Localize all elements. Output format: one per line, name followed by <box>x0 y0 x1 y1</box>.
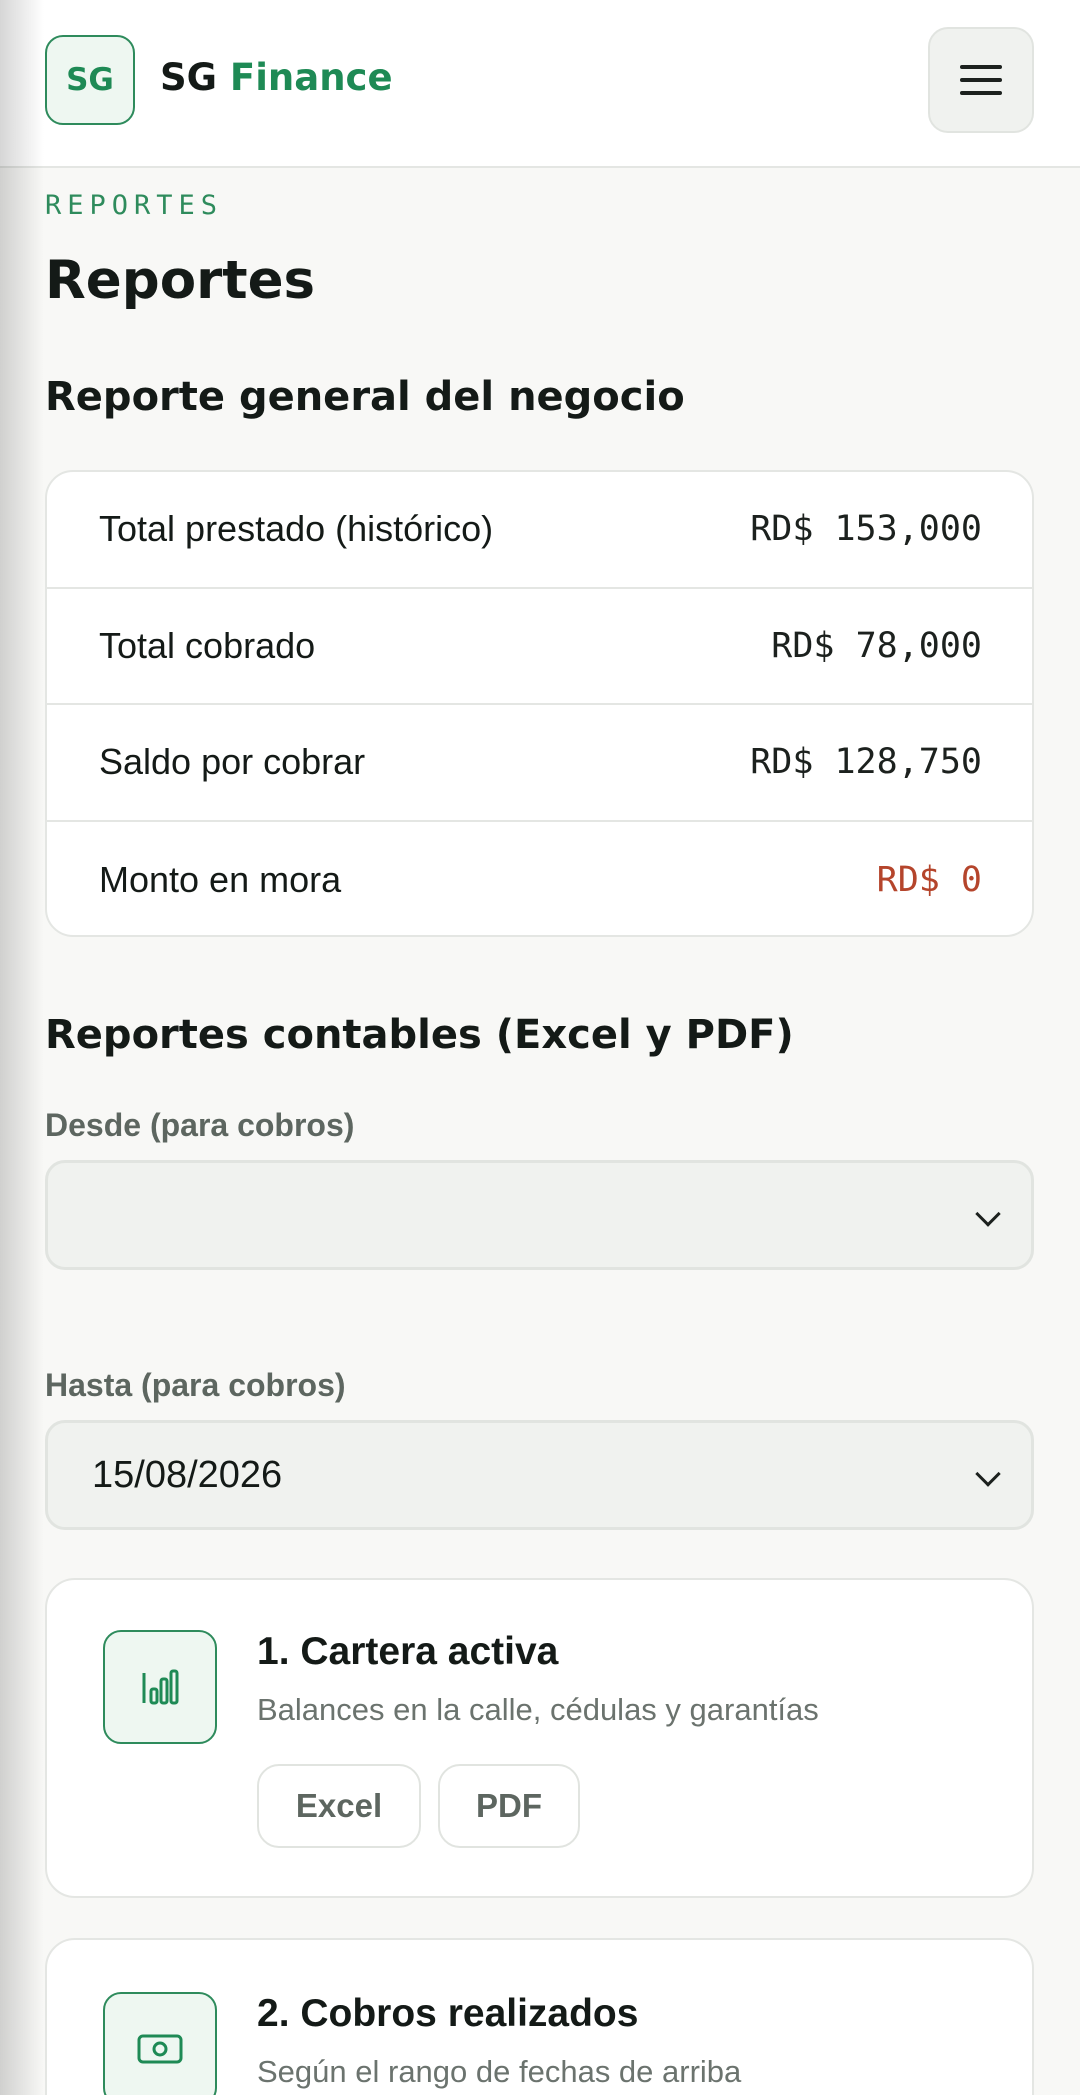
summary-row: Saldo por cobrar RD$ 128,750 <box>47 705 1032 822</box>
bar-chart-icon <box>103 1630 217 1744</box>
from-date-label: Desde (para cobros) <box>45 1107 355 1143</box>
summary-label: Total cobrado <box>99 624 316 666</box>
report-description: Según el rango de fechas de arriba <box>257 2054 742 2089</box>
cash-icon <box>103 1992 217 2095</box>
to-date-value: 15/08/2026 <box>92 1453 283 1496</box>
chevron-down-icon <box>975 1201 1001 1227</box>
overdue-amount-value: RD$ 0 <box>876 859 982 900</box>
summary-row: Monto en mora RD$ 0 <box>47 822 1032 936</box>
hamburger-menu-icon <box>960 65 1002 69</box>
summary-value: RD$ 78,000 <box>771 625 982 666</box>
summary-row: Total prestado (histórico) RD$ 153,000 <box>47 472 1032 589</box>
brand-accent: Finance <box>229 56 393 99</box>
brand-name[interactable]: SG Finance <box>160 56 393 99</box>
pdf-export-button[interactable]: PDF <box>438 1764 580 1848</box>
summary-card: Total prestado (histórico) RD$ 153,000 T… <box>45 470 1034 937</box>
to-date-select[interactable]: 15/08/2026 <box>45 1420 1034 1530</box>
summary-value: RD$ 128,750 <box>750 742 982 783</box>
chevron-down-icon <box>975 1461 1001 1487</box>
report-title: 1. Cartera activa <box>257 1630 559 1673</box>
report-title: 2. Cobros realizados <box>257 1992 639 2035</box>
report-card-collections: 2. Cobros realizados Según el rango de f… <box>45 1938 1034 2095</box>
drawer-edge-shadow <box>0 0 44 2095</box>
menu-button[interactable] <box>928 27 1034 133</box>
report-card-active-portfolio: 1. Cartera activa Balances en la calle, … <box>45 1578 1034 1898</box>
general-report-title: Reporte general del negocio <box>45 374 685 420</box>
logo[interactable]: SG <box>45 35 135 125</box>
breadcrumb: REPORTES <box>45 190 224 221</box>
brand-primary: SG <box>160 56 218 99</box>
accounting-reports-title: Reportes contables (Excel y PDF) <box>45 1012 794 1058</box>
to-date-label: Hasta (para cobros) <box>45 1367 346 1403</box>
summary-label: Saldo por cobrar <box>99 741 366 783</box>
from-date-select[interactable] <box>45 1160 1034 1270</box>
report-description: Balances en la calle, cédulas y garantía… <box>257 1692 819 1727</box>
top-bar: SG SG Finance <box>0 0 1080 168</box>
excel-export-button[interactable]: Excel <box>257 1764 421 1848</box>
summary-label: Monto en mora <box>99 858 342 900</box>
logo-text: SG <box>66 62 114 98</box>
page-title: Reportes <box>45 250 316 311</box>
summary-value: RD$ 153,000 <box>750 509 982 550</box>
summary-label: Total prestado (histórico) <box>99 508 494 550</box>
summary-row: Total cobrado RD$ 78,000 <box>47 589 1032 705</box>
